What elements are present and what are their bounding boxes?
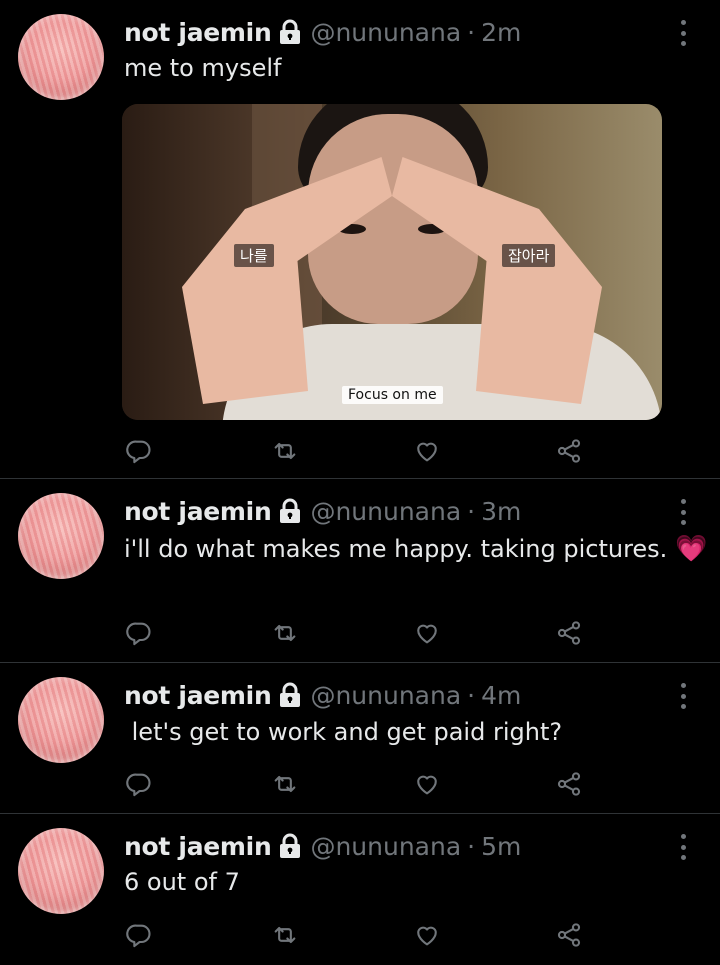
tweet-actions: [120, 618, 600, 648]
tweet-text: let's get to work and get paid right?: [124, 718, 563, 746]
lock-icon: [278, 682, 302, 708]
timestamp[interactable]: 4m: [481, 681, 521, 710]
more-icon[interactable]: [676, 834, 690, 860]
retweet-icon[interactable]: [268, 769, 302, 799]
tweet-header: not jaemin @nununana · 4m: [124, 677, 521, 713]
tweet[interactable]: not jaemin @nununana · 2m me to myself 나…: [0, 0, 720, 478]
avatar[interactable]: [18, 14, 104, 100]
separator-dot: ·: [467, 17, 476, 47]
user-handle[interactable]: @nununana: [310, 18, 461, 47]
tweet-actions: [120, 436, 600, 466]
share-icon[interactable]: [552, 436, 586, 466]
tweet-actions: [120, 769, 600, 799]
display-name[interactable]: not jaemin: [124, 832, 272, 861]
heart-icon[interactable]: [410, 618, 444, 648]
tweet-text-body: i'll do what makes me happy. taking pict…: [124, 535, 668, 563]
timestamp[interactable]: 3m: [481, 497, 521, 526]
more-icon[interactable]: [676, 499, 690, 525]
retweet-icon[interactable]: [268, 436, 302, 466]
retweet-icon[interactable]: [268, 920, 302, 950]
tweet-text: 6 out of 7: [124, 868, 240, 896]
tweet[interactable]: not jaemin @nununana · 4m let's get to w…: [0, 663, 720, 813]
pink-heart-emoji: 💗: [674, 534, 708, 564]
avatar[interactable]: [18, 677, 104, 763]
tweet-image[interactable]: 나를 잡아라 Focus on me: [122, 104, 662, 420]
lock-icon: [278, 833, 302, 859]
tweet-header: not jaemin @nununana · 5m: [124, 828, 521, 864]
user-handle[interactable]: @nununana: [310, 681, 461, 710]
avatar[interactable]: [18, 493, 104, 579]
timestamp[interactable]: 2m: [481, 18, 521, 47]
user-handle[interactable]: @nununana: [310, 832, 461, 861]
reply-icon[interactable]: [122, 436, 156, 466]
tweet-actions: [120, 920, 600, 950]
share-icon[interactable]: [552, 618, 586, 648]
tweet-header: not jaemin @nununana · 3m: [124, 493, 521, 529]
reply-icon[interactable]: [122, 769, 156, 799]
tweet-text: i'll do what makes me happy. taking pict…: [124, 530, 714, 566]
separator-dot: ·: [467, 680, 476, 710]
reply-icon[interactable]: [122, 920, 156, 950]
share-icon[interactable]: [552, 920, 586, 950]
user-handle[interactable]: @nununana: [310, 497, 461, 526]
image-subtitle: Focus on me: [342, 386, 443, 404]
tweet[interactable]: not jaemin @nununana · 3m i'll do what m…: [0, 479, 720, 662]
image-caption-right: 잡아라: [502, 244, 556, 267]
tweet-text: me to myself: [124, 54, 282, 82]
image-caption-left: 나를: [234, 244, 274, 267]
heart-icon[interactable]: [410, 436, 444, 466]
lock-icon: [278, 19, 302, 45]
more-icon[interactable]: [676, 683, 690, 709]
more-icon[interactable]: [676, 20, 690, 46]
separator-dot: ·: [467, 831, 476, 861]
display-name[interactable]: not jaemin: [124, 18, 272, 47]
timestamp[interactable]: 5m: [481, 832, 521, 861]
separator-dot: ·: [467, 496, 476, 526]
lock-icon: [278, 498, 302, 524]
reply-icon[interactable]: [122, 618, 156, 648]
retweet-icon[interactable]: [268, 618, 302, 648]
share-icon[interactable]: [552, 769, 586, 799]
display-name[interactable]: not jaemin: [124, 497, 272, 526]
display-name[interactable]: not jaemin: [124, 681, 272, 710]
heart-icon[interactable]: [410, 920, 444, 950]
heart-icon[interactable]: [410, 769, 444, 799]
tweet[interactable]: not jaemin @nununana · 5m 6 out of 7: [0, 814, 720, 965]
tweet-header: not jaemin @nununana · 2m: [124, 14, 521, 50]
avatar[interactable]: [18, 828, 104, 914]
